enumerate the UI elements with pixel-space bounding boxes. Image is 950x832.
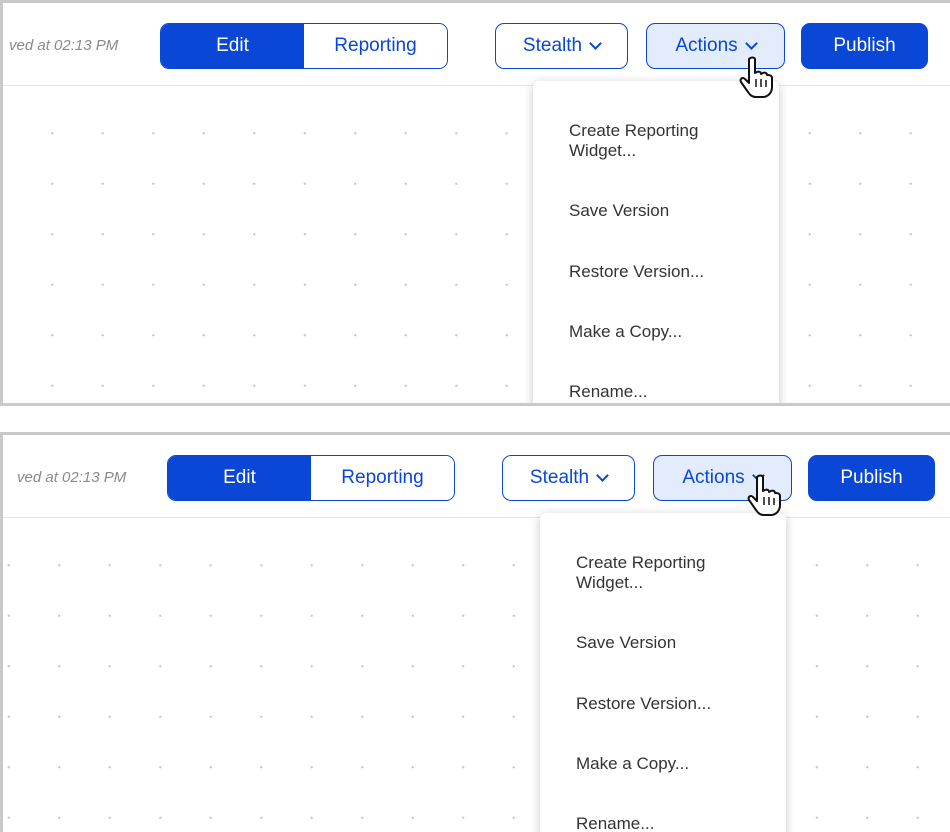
dotted-canvas — [3, 86, 950, 403]
dotted-canvas — [3, 518, 950, 832]
menu-item-save-version[interactable]: Save Version — [576, 633, 770, 653]
stealth-label: Stealth — [529, 467, 590, 488]
actions-label: Actions — [682, 467, 745, 488]
menu-item-save-version[interactable]: Save Version — [569, 201, 763, 221]
menu-item-rename[interactable]: Rename... — [576, 814, 770, 832]
stealth-label: Stealth — [522, 35, 583, 56]
menu-item-create-reporting-widget[interactable]: Create Reporting Widget... — [576, 553, 770, 593]
edit-tab[interactable]: Edit — [168, 456, 311, 500]
menu-item-rename[interactable]: Rename... — [569, 382, 763, 402]
toolbar: ved at 02:13 PM Edit Reporting Stealth A… — [3, 435, 950, 518]
stealth-button[interactable]: Stealth — [495, 23, 628, 69]
chevron-down-icon — [589, 37, 602, 50]
chevron-down-icon — [596, 469, 609, 482]
hand-pointer-icon — [739, 56, 773, 98]
actions-dropdown-menu: Create Reporting Widget... Save Version … — [540, 513, 786, 832]
reporting-tab[interactable]: Reporting — [304, 24, 447, 68]
saved-status: ved at 02:13 PM — [9, 37, 119, 54]
menu-item-create-reporting-widget[interactable]: Create Reporting Widget... — [569, 121, 763, 161]
saved-status: ved at 02:13 PM — [17, 469, 127, 486]
publish-button[interactable]: Publish — [808, 455, 935, 501]
hand-pointer-icon — [747, 474, 781, 516]
menu-item-restore-version[interactable]: Restore Version... — [576, 694, 770, 714]
menu-item-make-a-copy[interactable]: Make a Copy... — [576, 754, 770, 774]
mode-toggle: Edit Reporting — [167, 455, 455, 501]
actions-label: Actions — [675, 35, 738, 56]
chevron-down-icon — [744, 37, 758, 50]
menu-item-restore-version[interactable]: Restore Version... — [569, 262, 763, 282]
reporting-tab[interactable]: Reporting — [311, 456, 454, 500]
menu-item-make-a-copy[interactable]: Make a Copy... — [569, 322, 763, 342]
screenshot-panel-bottom: ved at 02:13 PM Edit Reporting Stealth A… — [0, 432, 950, 832]
toolbar: ved at 02:13 PM Edit Reporting Stealth A… — [3, 3, 950, 86]
screenshot-panel-top: ved at 02:13 PM Edit Reporting Stealth A… — [0, 0, 950, 406]
stealth-button[interactable]: Stealth — [502, 455, 635, 501]
mode-toggle: Edit Reporting — [160, 23, 448, 69]
publish-button[interactable]: Publish — [801, 23, 928, 69]
edit-tab[interactable]: Edit — [161, 24, 304, 68]
actions-dropdown-menu: Create Reporting Widget... Save Version … — [533, 81, 779, 403]
